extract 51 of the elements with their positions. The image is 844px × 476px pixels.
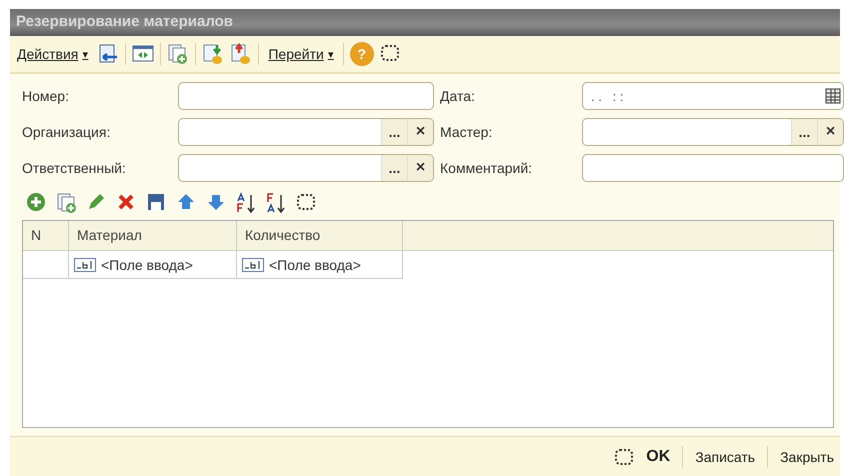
field-label: Дата: [440, 88, 476, 104]
select-button[interactable]: ... [381, 119, 407, 145]
sort-ascending-icon[interactable] [236, 192, 256, 214]
clear-button[interactable]: × [407, 155, 433, 181]
column-header[interactable]: N [23, 221, 69, 251]
clear-button[interactable]: × [817, 119, 843, 145]
date-field[interactable]: . . : : [582, 82, 844, 110]
arrow-down-icon[interactable] [206, 192, 226, 212]
table-cell: <Поле ввода> [237, 251, 403, 279]
copy-document-icon[interactable] [56, 192, 76, 214]
delete-icon[interactable] [116, 192, 136, 212]
column-header[interactable]: Количество [237, 221, 403, 251]
dialog-button[interactable]: Закрыть [776, 446, 838, 468]
menu-button[interactable]: Действия ▾ [14, 44, 92, 64]
field-value[interactable]: . . : : [583, 88, 823, 104]
select-button[interactable]: ... [381, 155, 407, 181]
field-label: Ответственный: [22, 160, 127, 176]
field-label: Номер: [22, 88, 70, 104]
input-field[interactable]: ... × [582, 118, 844, 146]
document-coins-up-icon[interactable] [230, 43, 252, 65]
clear-button[interactable]: × [407, 119, 433, 145]
arrow-up-icon[interactable] [176, 192, 196, 212]
text-field-icon [242, 258, 264, 272]
add-icon[interactable] [26, 192, 46, 212]
select-button[interactable]: ... [791, 119, 817, 145]
column-header[interactable]: Материал [69, 221, 237, 251]
dialog-button[interactable]: Записать [691, 446, 760, 468]
field-label: Комментарий: [440, 160, 534, 176]
table-cell [23, 251, 69, 279]
caret-icon: ▾ [82, 48, 88, 60]
menu-button[interactable]: Перейти ▾ [265, 44, 337, 64]
document-coins-down-icon[interactable] [202, 43, 224, 65]
table-cell: <Поле ввода> [69, 251, 237, 279]
arrow-into-document-icon[interactable] [97, 43, 120, 65]
dialog-button[interactable]: OK [642, 444, 674, 468]
input-field[interactable]: ... × [178, 118, 434, 146]
input-field[interactable] [582, 154, 844, 182]
caret-icon: ▾ [328, 48, 334, 60]
field-label: Организация: [22, 124, 112, 140]
window-title: Резервирование материалов [10, 9, 840, 36]
input-field[interactable] [178, 82, 434, 110]
calendar-icon[interactable] [823, 87, 843, 105]
copy-document-icon[interactable] [167, 43, 190, 65]
dashed-frame-icon[interactable] [614, 446, 634, 466]
sort-descending-icon[interactable] [266, 192, 286, 214]
input-field[interactable]: ... × [178, 154, 434, 182]
pencil-icon[interactable] [86, 192, 106, 212]
field-label: Мастер: [440, 124, 494, 140]
text-field-icon [74, 258, 96, 272]
dashed-frame-icon[interactable] [380, 43, 400, 63]
dashed-frame-icon[interactable] [296, 192, 316, 212]
